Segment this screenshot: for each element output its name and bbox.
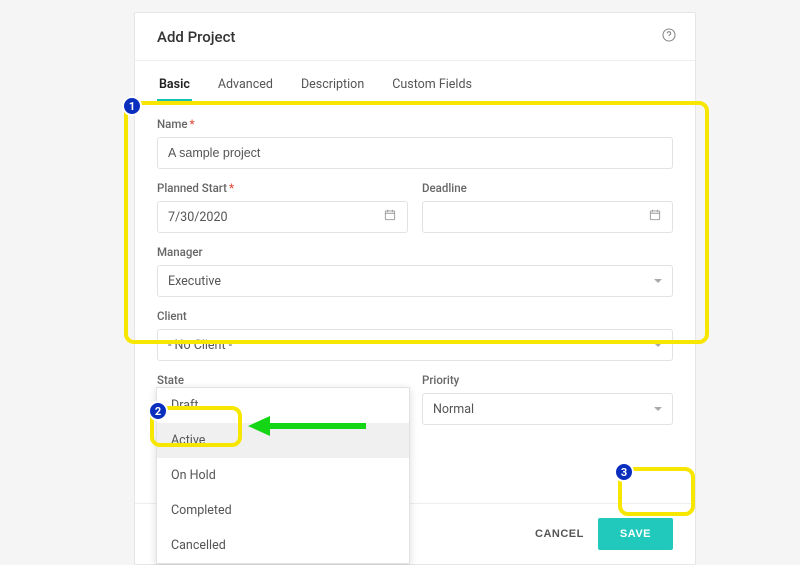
client-value: - No Client -	[168, 338, 232, 353]
modal-header: Add Project	[135, 13, 695, 61]
name-input[interactable]	[168, 146, 662, 160]
priority-value: Normal	[433, 402, 474, 417]
state-label: State	[157, 373, 408, 387]
cancel-button[interactable]: CANCEL	[535, 528, 584, 540]
deadline-label: Deadline	[422, 181, 673, 195]
manager-select[interactable]: Executive	[157, 265, 673, 297]
chevron-down-icon	[654, 343, 662, 347]
client-select[interactable]: - No Client -	[157, 329, 673, 361]
state-option-completed[interactable]: Completed	[157, 493, 409, 528]
form-body: Name* Planned Start* 7/30/2020 Deadline	[135, 103, 695, 425]
planned-start-label: Planned Start*	[157, 181, 408, 195]
planned-start-input[interactable]: 7/30/2020	[157, 201, 408, 233]
tab-description[interactable]: Description	[299, 67, 366, 102]
state-dropdown: Draft Active On Hold Completed Cancelled	[156, 387, 410, 564]
save-button[interactable]: SAVE	[598, 518, 673, 550]
tab-basic[interactable]: Basic	[157, 67, 192, 102]
annotation-label-2: 2	[148, 401, 168, 421]
state-option-active[interactable]: Active	[157, 423, 409, 458]
priority-select[interactable]: Normal	[422, 393, 673, 425]
state-option-draft[interactable]: Draft	[157, 388, 409, 423]
chevron-down-icon	[654, 279, 662, 283]
help-icon[interactable]	[661, 27, 677, 47]
annotation-label-1: 1	[122, 96, 142, 116]
client-label: Client	[157, 309, 673, 323]
name-input-wrap	[157, 137, 673, 169]
tab-custom-fields[interactable]: Custom Fields	[390, 67, 474, 102]
modal-title: Add Project	[157, 28, 235, 46]
planned-start-value: 7/30/2020	[168, 210, 228, 225]
manager-label: Manager	[157, 245, 673, 259]
chevron-down-icon	[654, 407, 662, 411]
tabs: Basic Advanced Description Custom Fields	[135, 67, 695, 103]
priority-label: Priority	[422, 373, 673, 387]
annotation-label-3: 3	[614, 462, 634, 482]
name-label: Name*	[157, 117, 673, 131]
state-option-on-hold[interactable]: On Hold	[157, 458, 409, 493]
deadline-input[interactable]	[422, 201, 673, 233]
tab-advanced[interactable]: Advanced	[216, 67, 275, 102]
manager-value: Executive	[168, 274, 221, 289]
state-option-cancelled[interactable]: Cancelled	[157, 528, 409, 563]
calendar-icon	[383, 208, 397, 226]
calendar-icon	[648, 208, 662, 226]
